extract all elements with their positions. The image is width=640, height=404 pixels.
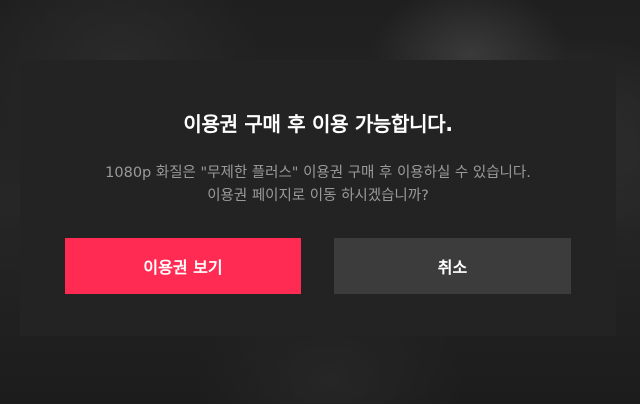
dialog-title: 이용권 구매 후 이용 가능합니다. [183, 112, 453, 136]
dialog-message: 1080p 화질은 "무제한 플러스" 이용권 구매 후 이용하실 수 있습니다… [20, 162, 616, 208]
dialog-message-line-2: 이용권 페이지로 이동 하시겠습니까? [207, 188, 429, 204]
cancel-button[interactable]: 취소 [334, 238, 571, 294]
view-pass-button[interactable]: 이용권 보기 [65, 238, 301, 294]
dialog-message-line-1: 1080p 화질은 "무제한 플러스" 이용권 구매 후 이용하실 수 있습니다… [105, 165, 531, 181]
purchase-required-dialog: 이용권 구매 후 이용 가능합니다. 1080p 화질은 "무제한 플러스" 이… [20, 60, 616, 336]
